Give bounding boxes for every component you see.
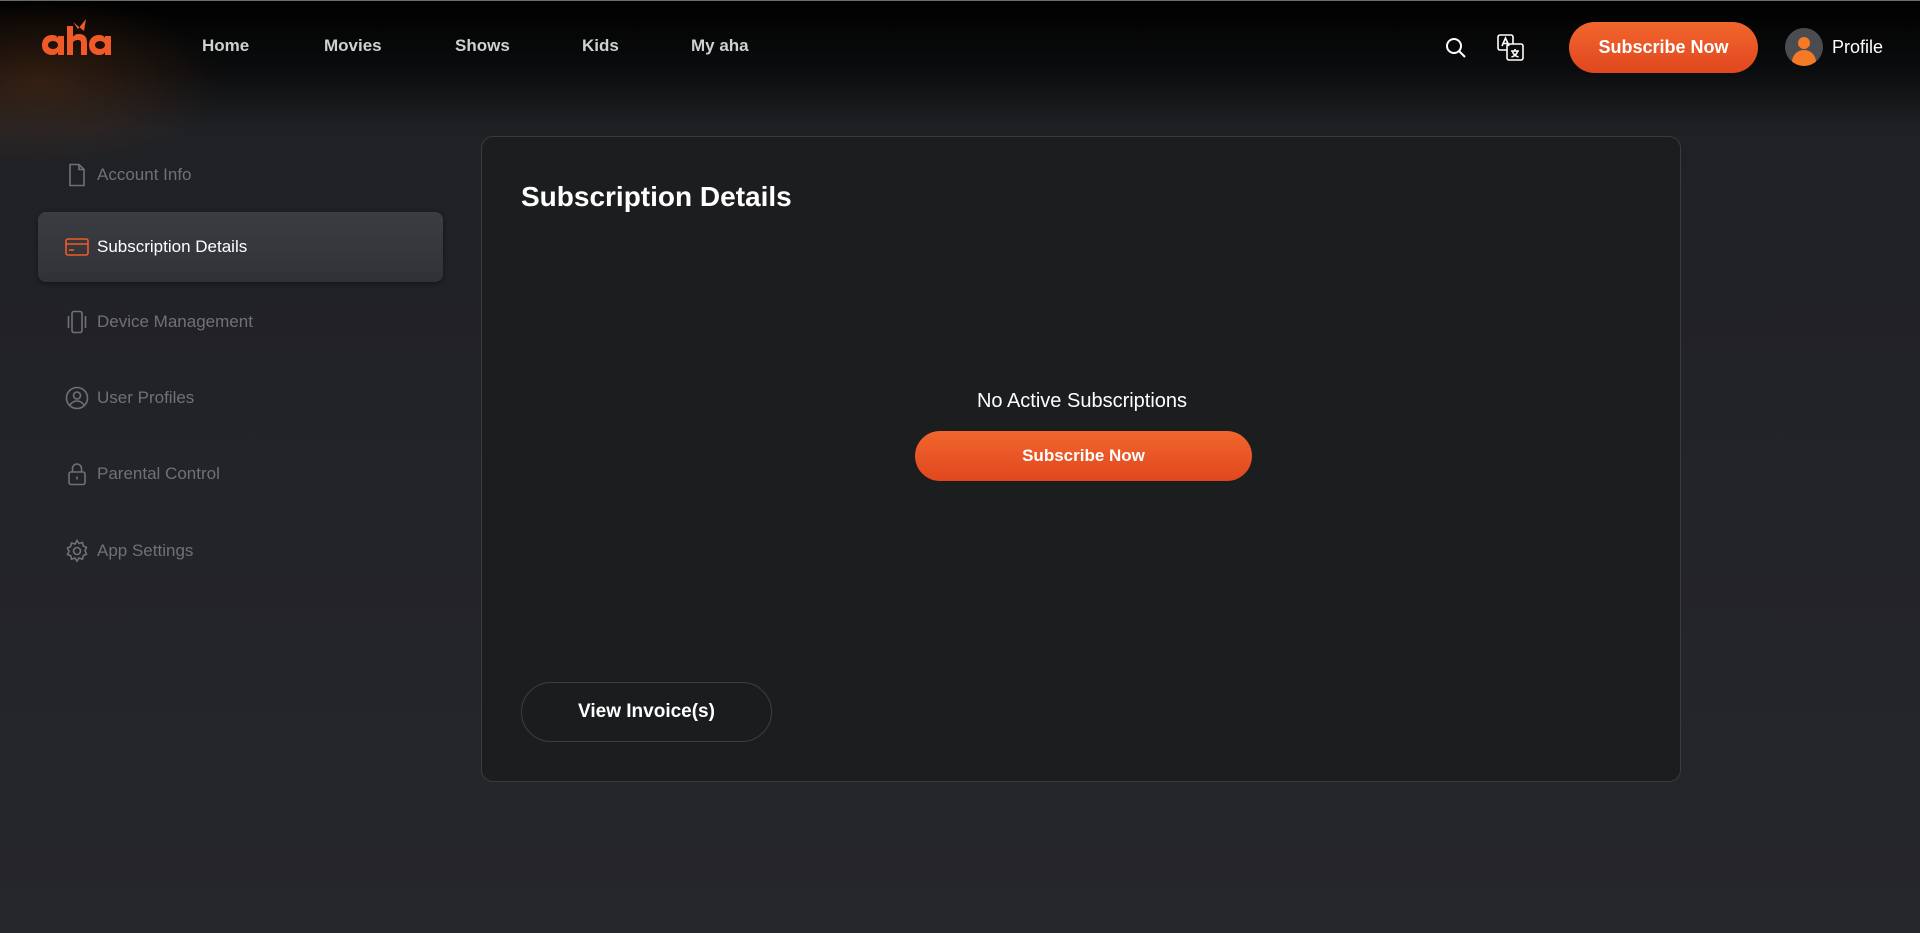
subscribe-now-cta-button[interactable]: Subscribe Now: [915, 431, 1252, 481]
view-invoices-button[interactable]: View Invoice(s): [521, 682, 772, 742]
window-top-border: [0, 0, 1920, 1]
lock-icon: [65, 462, 89, 486]
search-icon[interactable]: [1444, 36, 1468, 60]
translate-icon[interactable]: [1496, 33, 1526, 63]
sidebar-item-user-profiles[interactable]: User Profiles: [38, 363, 443, 433]
nav-movies[interactable]: Movies: [324, 36, 382, 56]
nav-my-aha[interactable]: My aha: [691, 36, 749, 56]
nav-home[interactable]: Home: [202, 36, 249, 56]
empty-state-message: No Active Subscriptions: [976, 390, 1188, 412]
sidebar-item-label: Parental Control: [97, 464, 220, 483]
document-icon: [65, 163, 89, 187]
sidebar-item-device-management[interactable]: Device Management: [38, 287, 443, 357]
sidebar-item-label: Subscription Details: [97, 237, 248, 256]
sidebar-item-label: Account Info: [97, 165, 192, 184]
avatar: [1785, 28, 1823, 66]
gear-icon: [65, 539, 89, 563]
user-circle-icon: [65, 386, 89, 410]
card-icon: [65, 235, 89, 259]
sidebar-item-account-info[interactable]: Account Info: [38, 140, 443, 210]
profile-label: Profile: [1832, 36, 1884, 57]
page-title: Subscription Details: [521, 181, 792, 212]
profile-menu[interactable]: Profile: [1785, 28, 1883, 66]
sidebar-item-label: App Settings: [97, 541, 194, 560]
top-header: Home Movies Shows Kids My aha Subscribe …: [0, 0, 1920, 92]
device-icon: [65, 310, 89, 334]
sidebar-item-subscription-details[interactable]: Subscription Details: [38, 212, 443, 282]
subscribe-now-button[interactable]: Subscribe Now: [1569, 22, 1758, 73]
sidebar-item-parental-control[interactable]: Parental Control: [38, 439, 443, 509]
sidebar-item-label: Device Management: [97, 312, 253, 331]
sidebar-item-app-settings[interactable]: App Settings: [38, 516, 443, 586]
aha-logo[interactable]: [40, 18, 116, 60]
subscription-details-card: Subscription Details No Active Subscript…: [481, 136, 1681, 782]
nav-kids[interactable]: Kids: [582, 36, 619, 56]
sidebar-item-label: User Profiles: [97, 388, 195, 407]
nav-shows[interactable]: Shows: [455, 36, 510, 56]
